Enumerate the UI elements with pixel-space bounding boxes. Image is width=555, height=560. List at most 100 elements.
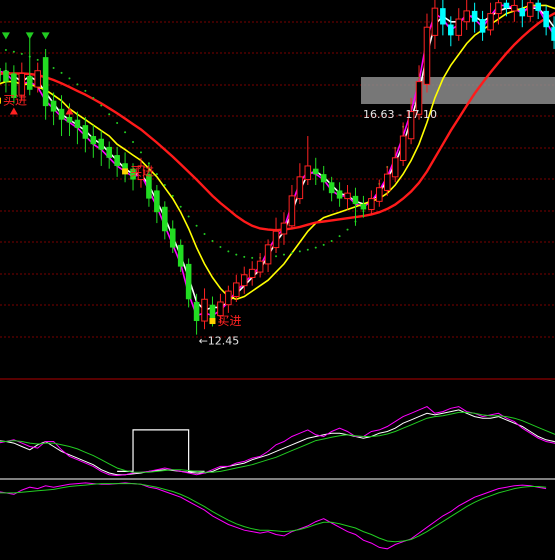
candle-body [399,135,407,162]
candle-body [82,125,89,139]
candle-body [360,204,367,210]
dotted-point [100,104,103,107]
price-range-highlight [361,77,555,104]
candle-body [535,2,541,11]
candle-body [193,301,200,322]
dotted-point [60,71,63,74]
candle-body [66,116,73,123]
dotted-point [282,253,285,256]
candle-body [18,72,26,96]
candle-body [288,195,296,227]
dotted-point [116,121,119,124]
candle-body [177,244,184,267]
low-price-label: ←12.45 [199,335,240,348]
candle-body [455,18,463,36]
candle-body [440,8,446,25]
candle-body [487,13,494,31]
dotted-point [171,194,174,197]
dotted-point [322,243,325,246]
candle-body [248,268,256,278]
dotted-point [330,240,333,243]
candle-body [336,190,343,199]
candle-body [272,230,280,249]
dotted-point [306,248,309,251]
dotted-point [92,96,95,99]
candle-body [0,68,1,82]
candle-body [162,206,168,232]
candle-body [431,7,439,36]
buy-signal-square [209,318,216,325]
candle-body [26,76,33,90]
dotted-point [124,131,127,134]
dotted-point [68,77,71,80]
candle-body [368,198,375,210]
dotted-point [155,173,158,176]
dotted-point [179,205,182,208]
dotted-point [275,255,278,258]
dotted-point [203,232,206,235]
candle-body [58,108,65,120]
candle-body [296,176,304,200]
dotted-point [195,224,198,227]
dotted-point [4,49,7,52]
dotted-point [52,67,55,70]
dotted-point [139,151,142,154]
candle-body [42,57,49,107]
candle-body [240,274,248,287]
candle-body [448,24,454,36]
candle-body [519,8,526,17]
candle-body [106,146,112,158]
candle-body [526,2,534,17]
dotted-point [84,89,87,92]
candle-body [312,168,319,175]
candle-body [154,190,160,213]
candle-body [280,222,288,235]
dotted-point [251,256,254,259]
dotted-point [108,113,111,116]
candle-body [74,119,81,128]
dotted-point [290,252,293,255]
candle-body [328,182,335,194]
dotted-point [298,250,301,253]
candle-body [383,173,391,191]
dotted-point [12,50,15,53]
dotted-point [219,246,222,249]
range-label: 16.63 - 17.10 [363,108,437,121]
candle-body [114,155,120,166]
dotted-point [76,83,79,86]
candle-body [225,290,232,306]
dotted-point [36,58,39,61]
dotted-point [187,215,190,218]
dotted-point [20,52,23,55]
candle-body [34,70,41,88]
dotted-point [211,240,214,243]
dotted-point [243,255,246,258]
candle-body [233,282,240,298]
candle-body [304,165,312,181]
candle-body [264,244,272,265]
candle-body [551,27,555,41]
buy-signal-label: 买进 [3,94,27,108]
buy-signal-label: 买进 [130,164,154,178]
candle-body [3,70,9,82]
candle-body [376,187,383,202]
buy-signal-square [0,97,1,104]
buy-signal-label: 买进 [217,314,241,328]
candle-body [352,195,359,205]
dotted-point [163,184,166,186]
candle-body [256,260,264,273]
candle-body [423,26,431,85]
candle-body [495,2,502,15]
candle-body [463,10,470,23]
candle-body [90,136,97,145]
candle-body [50,100,57,112]
dotted-point [346,228,349,231]
candle-body [320,174,327,183]
dotted-point [132,141,135,144]
candle-body [169,228,176,248]
candle-body [543,10,549,28]
candle-body [503,2,510,9]
candle-body [344,192,351,200]
candle-body [98,138,105,150]
buy-signal-square [122,168,129,175]
